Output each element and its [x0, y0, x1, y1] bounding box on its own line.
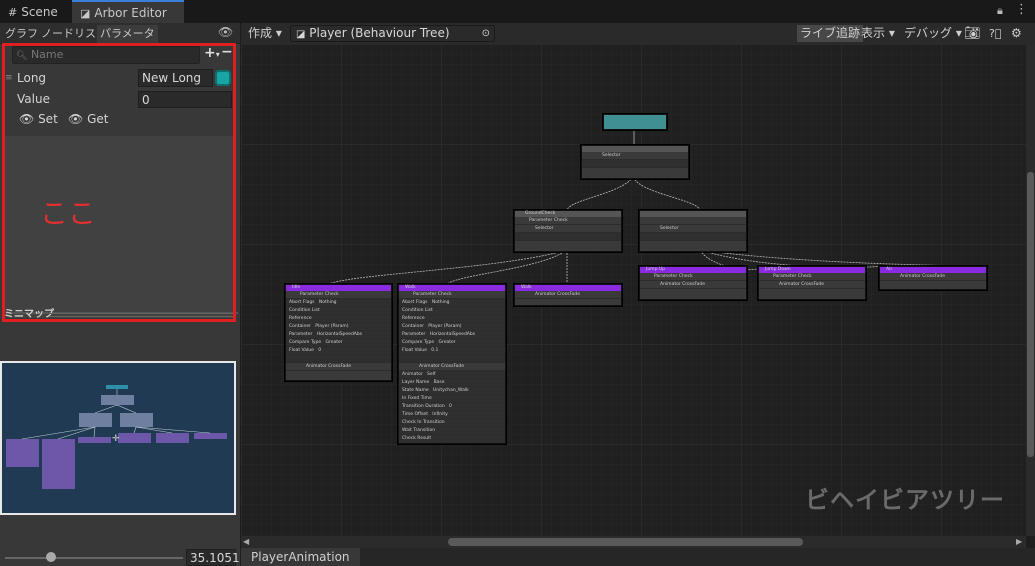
gear-icon[interactable]: ⚙︎	[1008, 25, 1025, 42]
selector-label: Selector	[582, 152, 688, 160]
minimap-node	[42, 439, 75, 489]
selector-node[interactable]: Selector	[639, 210, 747, 252]
jump-down-node[interactable]: Jump Down Parameter Check Animator Cross…	[758, 266, 866, 300]
zoom-slider[interactable]	[5, 557, 183, 559]
debug-dropdown[interactable]: デバッグ ▾	[901, 25, 965, 42]
object-picker-icon[interactable]: ⊙	[482, 26, 490, 41]
groundcheck-node[interactable]: GroundCheck Parameter Check Selector	[514, 210, 622, 252]
live-tracking-toggle[interactable]: ライブ追跡	[797, 25, 864, 42]
watermark-text: ビヘイビアツリー	[805, 486, 1005, 514]
root-node-header	[604, 115, 666, 129]
graph-canvas[interactable]: Selector GroundCheck Parameter Check Sel…	[241, 44, 1026, 536]
create-dropdown[interactable]: 作成 ▾	[245, 25, 285, 42]
minimap-node	[6, 439, 39, 467]
lock-icon[interactable]: 🔒︎	[997, 4, 1003, 18]
eye-icon[interactable]: 👁︎	[218, 25, 233, 39]
minimap-node	[118, 433, 151, 443]
view-dropdown[interactable]: 表示 ▾	[858, 25, 898, 42]
breadcrumb-item[interactable]: PlayerAnimation	[241, 548, 360, 566]
root-node[interactable]	[603, 114, 667, 130]
jump-up-node[interactable]: Jump Up Parameter Check Animator CrossFa…	[639, 266, 747, 300]
arbor-icon: ◪	[80, 7, 91, 20]
scroll-right-icon[interactable]: ▶	[1016, 537, 1022, 546]
minimap-cursor-icon: ✛	[112, 434, 120, 444]
vertical-scrollbar-thumb[interactable]	[1027, 172, 1034, 457]
arbor-icon: ◪	[296, 29, 306, 40]
minimap-node	[120, 413, 153, 427]
minimap[interactable]: ✛	[0, 361, 236, 515]
highlight-frame	[2, 43, 236, 322]
scroll-left-icon[interactable]: ◀	[243, 537, 249, 546]
graph-object-field[interactable]: ◪ Player (Behaviour Tree) ⊙	[290, 25, 495, 42]
grid-icon: #	[8, 6, 18, 19]
kebab-menu-icon[interactable]: ⋮	[1015, 2, 1028, 17]
tab-scene[interactable]: # Scene	[0, 2, 66, 23]
minimap-node	[194, 433, 227, 439]
help-icon[interactable]: ?⃝	[986, 25, 1004, 42]
zoom-slider-thumb[interactable]	[46, 552, 56, 562]
minimap-node	[156, 433, 189, 443]
run-node[interactable]: Walk Animator CrossFade	[514, 284, 622, 306]
horizontal-scrollbar-thumb[interactable]	[448, 538, 803, 546]
window-tab-bar: # Scene ◪ Arbor Editor 🔒︎ ⋮	[0, 0, 1035, 25]
tab-graph[interactable]: グラフ	[2, 25, 41, 43]
left-panel-tabs: グラフ ノードリスト パラメータ 👁︎	[0, 23, 240, 44]
minimap-node	[78, 437, 111, 443]
idle-node[interactable]: Idle Parameter Check Abort Flags Nothing…	[285, 284, 392, 381]
tab-arbor-editor[interactable]: ◪ Arbor Editor	[72, 0, 184, 25]
minimap-node	[106, 385, 128, 389]
graph-toolbar: 作成 ▾ ◪ Player (Behaviour Tree) ⊙ ライブ追跡 表…	[241, 23, 1035, 45]
camera-icon[interactable]: 📷︎	[961, 25, 984, 42]
tab-parameters[interactable]: パラメータ	[97, 25, 158, 43]
air-node[interactable]: Air Animator CrossFade	[879, 266, 987, 290]
breadcrumb-bar	[241, 548, 1035, 566]
selector-node[interactable]: Selector	[581, 145, 689, 179]
zoom-value-field[interactable]: 35.1051	[186, 549, 240, 566]
horizontal-scrollbar[interactable]: ◀ ▶	[241, 536, 1026, 548]
walk-node[interactable]: Walk Parameter Check Abort Flags Nothing…	[398, 284, 506, 444]
minimap-node	[101, 395, 134, 405]
minimap-canvas: ✛	[6, 385, 227, 489]
vertical-scrollbar[interactable]	[1026, 44, 1035, 536]
minimap-node	[79, 413, 112, 427]
